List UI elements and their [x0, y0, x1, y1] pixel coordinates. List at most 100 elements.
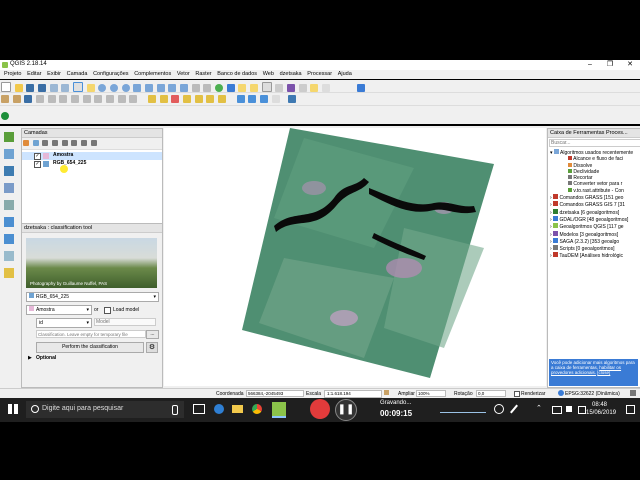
pencil-icon[interactable]	[1, 95, 9, 103]
menu-banco-de-dados[interactable]: Banco de dados	[217, 70, 257, 79]
plugin-a-icon[interactable]	[236, 95, 245, 103]
menu-camada[interactable]: Camada	[67, 70, 88, 79]
refresh-icon[interactable]	[215, 84, 224, 92]
taskbar-search-box[interactable]: Digite aqui para pesquisar	[26, 401, 184, 418]
provider-group[interactable]: › GDAL/OGR [48 geoalgoritmos]	[550, 215, 640, 223]
zoom-field[interactable]	[416, 390, 446, 397]
add-feature-icon[interactable]	[36, 95, 45, 103]
search-icon[interactable]	[1, 112, 9, 120]
add-group-icon[interactable]	[32, 140, 39, 146]
new-shapefile-icon[interactable]	[4, 268, 14, 278]
delete-selected-icon[interactable]	[71, 95, 80, 103]
file-explorer-icon[interactable]	[232, 405, 243, 413]
rotation-field[interactable]	[476, 390, 506, 397]
notification-icon[interactable]	[626, 405, 635, 414]
move-label-icon[interactable]	[194, 95, 203, 103]
filter-icon[interactable]	[52, 140, 59, 146]
lock-icon[interactable]	[384, 390, 389, 395]
menu-raster[interactable]: Raster	[195, 70, 211, 79]
menu-exibir[interactable]: Exibir	[47, 70, 61, 79]
paste-features-icon[interactable]	[106, 95, 115, 103]
add-postgis-icon[interactable]	[4, 166, 14, 176]
layer-checkbox[interactable]: ✓	[34, 161, 41, 168]
eye-icon[interactable]	[42, 140, 49, 146]
deselect-icon[interactable]	[250, 84, 259, 92]
maximize-button[interactable]: ❐	[600, 60, 620, 70]
add-wms-icon[interactable]	[4, 217, 14, 227]
provider-group[interactable]: › Comandos GRASS [151 geo	[550, 194, 640, 201]
epsg-label[interactable]: EPSG:32622 (Dinâmica)	[565, 391, 620, 397]
vector-select[interactable]: Amostra ▾	[26, 305, 92, 315]
add-delimited-text-icon[interactable]	[4, 251, 14, 261]
provider-group[interactable]: › SAGA (2.3.2) [353 geoalgo	[550, 237, 640, 245]
zoom-layer-icon[interactable]	[156, 84, 165, 92]
render-checkbox[interactable]	[514, 391, 520, 397]
messages-icon[interactable]	[630, 390, 636, 396]
menu-ajuda[interactable]: Ajuda	[338, 70, 352, 79]
expand-arrow-icon[interactable]: ▶	[28, 355, 32, 361]
menu-processar[interactable]: Processar	[307, 70, 332, 79]
add-wfs-icon[interactable]	[4, 234, 14, 244]
statistics-icon[interactable]	[287, 84, 296, 92]
output-input[interactable]	[36, 330, 146, 338]
save-project-icon[interactable]	[26, 84, 35, 92]
pin-labels-icon[interactable]	[171, 95, 180, 103]
add-mssql-icon[interactable]	[4, 200, 14, 210]
map-canvas[interactable]	[164, 128, 546, 386]
plugin-b-icon[interactable]	[248, 95, 257, 103]
move-feature-icon[interactable]	[47, 95, 56, 103]
filter-expression-icon[interactable]	[61, 140, 68, 146]
scale-select[interactable]: 1:1.618.194	[324, 390, 382, 398]
zoom-selection-icon[interactable]	[145, 84, 154, 92]
zoom-out-icon[interactable]	[110, 84, 119, 92]
crs-globe-icon[interactable]	[558, 390, 564, 396]
save-as-icon[interactable]	[38, 84, 47, 92]
webcam-icon[interactable]	[494, 404, 504, 414]
pan-to-selection-icon[interactable]	[86, 84, 95, 92]
bookmark-icon[interactable]	[203, 84, 212, 92]
zoom-next-icon[interactable]	[180, 84, 189, 92]
language-icon[interactable]	[578, 406, 586, 414]
identify-icon[interactable]	[226, 84, 235, 92]
qgis-taskbar-icon[interactable]	[272, 402, 286, 418]
menu-web[interactable]: Web	[263, 70, 274, 79]
select-features-icon[interactable]	[238, 84, 247, 92]
edit-pencil-icon[interactable]	[12, 95, 21, 103]
expand-all-icon[interactable]	[71, 140, 78, 146]
print-composer-icon[interactable]	[49, 84, 58, 92]
menu-projeto[interactable]: Projeto	[4, 70, 21, 79]
chrome-icon[interactable]	[252, 404, 262, 414]
remove-layer-icon[interactable]	[90, 140, 97, 146]
add-raster-icon[interactable]	[4, 149, 14, 159]
volume-slider[interactable]	[440, 412, 486, 413]
field-calculator-icon[interactable]	[275, 84, 284, 92]
add-spatialite-icon[interactable]	[4, 183, 14, 193]
zoom-in-icon[interactable]	[98, 84, 107, 92]
edge-icon[interactable]	[214, 404, 224, 414]
style-icon[interactable]	[23, 140, 29, 146]
field-select[interactable]: id ▾	[36, 318, 92, 328]
attribute-table-icon[interactable]	[261, 82, 272, 92]
provider-group[interactable]: › Geoalgoritmos QGIS [117 ge	[550, 223, 640, 230]
new-project-icon[interactable]	[1, 82, 11, 92]
raster-select[interactable]: RGB_654_225 ▾	[26, 292, 159, 302]
info-close-link[interactable]: [close]	[597, 370, 610, 375]
provider-group[interactable]: › Scripts [0 geoalgoritmos]	[550, 245, 640, 252]
menu-editar[interactable]: Editar	[27, 70, 41, 79]
layer-checkbox[interactable]: ✓	[34, 153, 41, 160]
save-edits-icon[interactable]	[24, 95, 33, 103]
composer-manager-icon[interactable]	[61, 84, 70, 92]
python-console-icon[interactable]	[288, 95, 297, 103]
browse-button[interactable]: ...	[146, 330, 159, 339]
help-icon[interactable]	[356, 84, 365, 92]
zoom-native-icon[interactable]	[121, 84, 130, 92]
windows-start-icon[interactable]	[8, 404, 18, 414]
provider-group[interactable]: › Comandos GRASS GIS 7 [31	[550, 201, 640, 208]
tray-chevron-icon[interactable]: ⌃	[536, 404, 542, 412]
label-style-icon[interactable]	[159, 95, 168, 103]
copy-features-icon[interactable]	[94, 95, 103, 103]
new-map-view-icon[interactable]	[191, 84, 200, 92]
open-project-icon[interactable]	[14, 84, 23, 92]
processing-search-input[interactable]	[549, 139, 640, 147]
network-icon[interactable]	[552, 406, 562, 414]
